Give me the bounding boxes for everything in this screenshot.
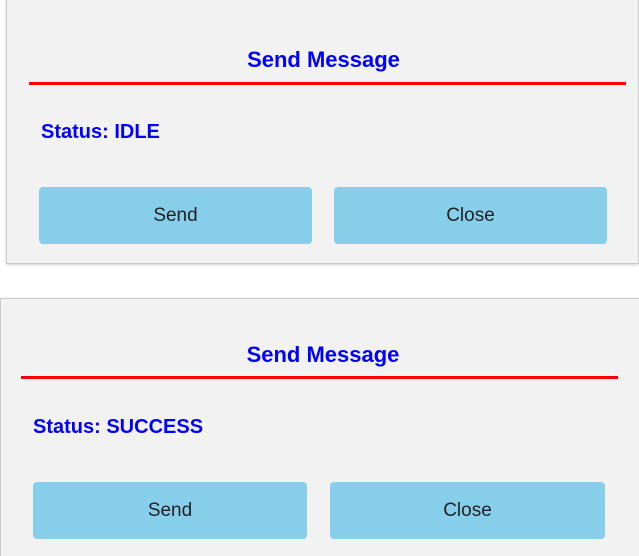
title-divider	[29, 82, 626, 85]
send-message-dialog-success: Send Message Status: SUCCESS Send Close	[0, 298, 639, 556]
dialog-title: Send Message	[247, 47, 400, 72]
send-button[interactable]: Send	[39, 187, 312, 244]
dialog-title: Send Message	[246, 342, 400, 367]
status-label: Status: IDLE	[41, 121, 160, 143]
close-button[interactable]: Close	[334, 187, 607, 244]
title-divider	[21, 376, 618, 379]
send-message-dialog-idle: Send Message Status: IDLE Send Close	[6, 0, 639, 264]
close-button[interactable]: Close	[330, 482, 605, 539]
screenshot-stage: Send Message Status: IDLE Send Close Sen…	[0, 0, 639, 556]
status-label: Status: SUCCESS	[33, 416, 204, 438]
send-button[interactable]: Send	[33, 482, 307, 539]
